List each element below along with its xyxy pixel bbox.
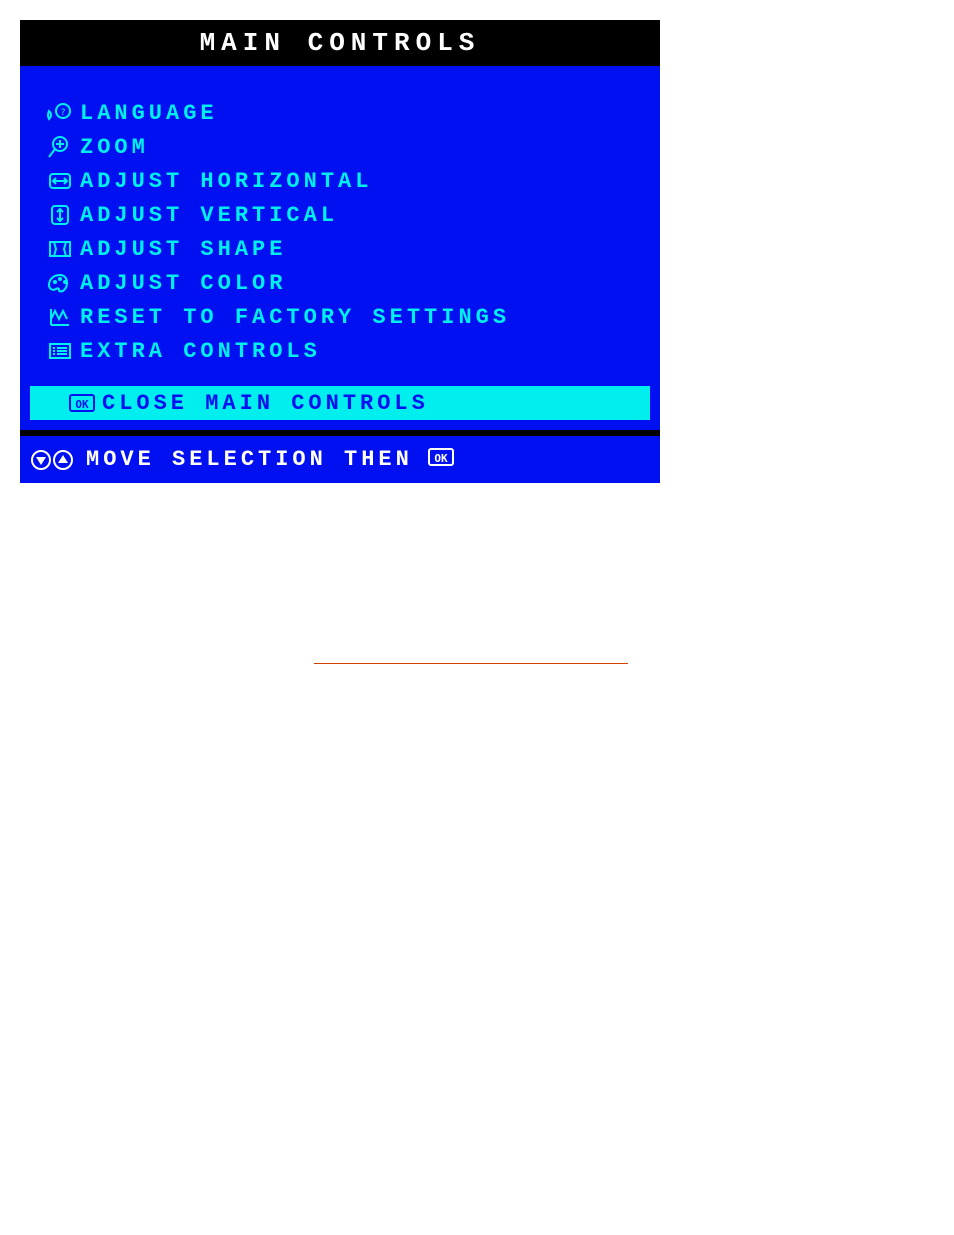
up-arrow-icon (52, 449, 74, 471)
menu-item-label: RESET TO FACTORY SETTINGS (80, 305, 510, 330)
footer-hint: MOVE SELECTION THEN (86, 447, 413, 472)
menu-item-extra-controls[interactable]: EXTRA CONTROLS (30, 334, 650, 368)
reset-icon (40, 305, 80, 329)
menu-item-label: CLOSE MAIN CONTROLS (102, 391, 429, 416)
extra-controls-icon (40, 339, 80, 363)
menu-item-adjust-color[interactable]: ADJUST COLOR (30, 266, 650, 300)
adjust-color-icon (40, 271, 80, 295)
menu-item-label: LANGUAGE (80, 101, 218, 126)
menu-item-label: EXTRA CONTROLS (80, 339, 321, 364)
menu-item-adjust-horizontal[interactable]: ADJUST HORIZONTAL (30, 164, 650, 198)
osd-footer: MOVE SELECTION THEN OK (20, 430, 660, 483)
adjust-vertical-icon (40, 203, 80, 227)
zoom-icon (40, 135, 80, 159)
menu-item-adjust-shape[interactable]: ADJUST SHAPE (30, 232, 650, 266)
move-selection-icons (30, 449, 78, 471)
language-icon: ? (40, 101, 80, 125)
menu-item-label: ADJUST SHAPE (80, 237, 286, 262)
osd-title: MAIN CONTROLS (20, 20, 660, 66)
adjust-shape-icon (40, 237, 80, 261)
down-arrow-icon (30, 449, 52, 471)
svg-text:OK: OK (75, 398, 89, 411)
menu-item-label: ADJUST VERTICAL (80, 203, 338, 228)
osd-window: MAIN CONTROLS ? LANGUAGE (20, 20, 660, 483)
svg-text:?: ? (60, 108, 65, 118)
osd-body: ? LANGUAGE ZOOM (20, 66, 660, 430)
menu-item-language[interactable]: ? LANGUAGE (30, 96, 650, 130)
ok-icon: OK (427, 446, 455, 473)
menu-item-adjust-vertical[interactable]: ADJUST VERTICAL (30, 198, 650, 232)
ok-icon: OK (62, 392, 102, 414)
menu-item-label: ADJUST COLOR (80, 271, 286, 296)
menu-item-label: ADJUST HORIZONTAL (80, 169, 372, 194)
menu-list: ? LANGUAGE ZOOM (30, 80, 650, 386)
adjust-horizontal-icon (40, 169, 80, 193)
menu-item-reset[interactable]: RESET TO FACTORY SETTINGS (30, 300, 650, 334)
svg-text:OK: OK (434, 452, 448, 465)
menu-item-close[interactable]: OK CLOSE MAIN CONTROLS (30, 386, 650, 420)
return-link-underline[interactable] (314, 663, 628, 664)
menu-item-zoom[interactable]: ZOOM (30, 130, 650, 164)
menu-item-label: ZOOM (80, 135, 149, 160)
